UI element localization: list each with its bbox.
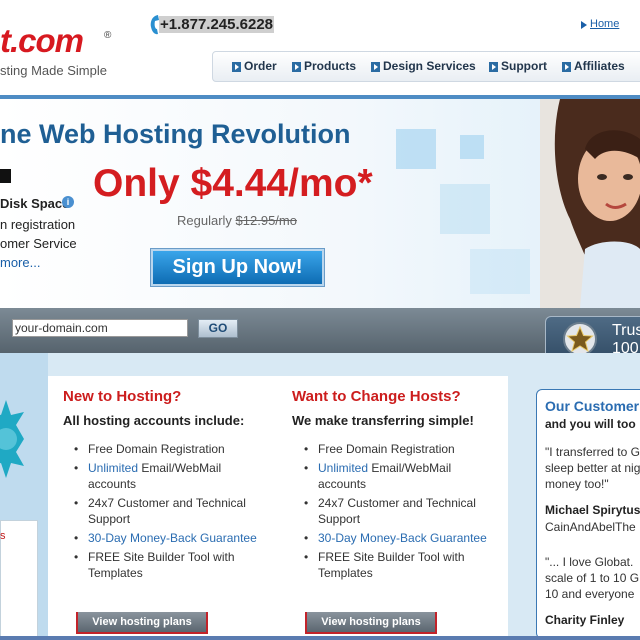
- trust-line-1: Trus: [612, 322, 640, 339]
- more-link[interactable]: more...: [0, 255, 40, 270]
- tagline: sting Made Simple: [0, 63, 107, 78]
- nav-bullet-icon: [371, 62, 380, 72]
- list-item: FREE Site Builder Tool with Templates: [304, 549, 483, 581]
- hero-title: ne Web Hosting Revolution: [0, 119, 351, 149]
- decor-square: [396, 129, 436, 169]
- list-item: FREE Site Builder Tool with Templates: [74, 549, 253, 581]
- price-headline: Only $4.44/mo*: [93, 162, 373, 205]
- list-item: Free Domain Registration: [304, 441, 498, 457]
- change-hosts-title: Want to Change Hosts?: [292, 388, 461, 405]
- list-item: Unlimited Email/WebMail accounts: [74, 460, 238, 492]
- decor-square: [460, 135, 484, 159]
- feature-disk-space: Disk Space: [0, 196, 70, 211]
- regular-price-value: $12.95/mo: [235, 213, 297, 228]
- testimonial-site-1[interactable]: CainAndAbelThe: [545, 520, 636, 534]
- nav-bullet-icon: [562, 62, 571, 72]
- regular-price-label: Regularly: [177, 213, 232, 228]
- list-item: 30-Day Money-Back Guarantee: [304, 530, 503, 546]
- go-button[interactable]: GO: [198, 319, 238, 338]
- domain-search-input[interactable]: [12, 319, 188, 337]
- new-to-hosting-subtitle: All hosting accounts include:: [63, 413, 245, 428]
- list-item: 24x7 Customer and Technical Support: [304, 495, 493, 527]
- testimonials-title: Our Customer: [545, 398, 640, 414]
- info-icon[interactable]: i: [62, 196, 74, 208]
- nav-order[interactable]: Order: [244, 59, 277, 73]
- list-item: 30-Day Money-Back Guarantee: [74, 530, 273, 546]
- quote-2-line-1: "... I love Globat.: [545, 555, 634, 569]
- hero-banner: ne Web Hosting Revolution Disk Space i n…: [0, 99, 640, 308]
- quote-1-line-2: sleep better at nig: [545, 461, 640, 475]
- list-item: 24x7 Customer and Technical Support: [74, 495, 263, 527]
- logo[interactable]: t.com: [0, 22, 84, 60]
- testimonial-name-2: Charity Finley: [545, 613, 625, 627]
- quote-2-line-3: 10 and everyone: [545, 587, 635, 601]
- quote-1-line-1: "I transferred to G: [545, 445, 640, 459]
- left-panel-text: s: [0, 530, 6, 542]
- testimonial-name-1: Michael Spirytus: [545, 503, 640, 517]
- bottom-border: [0, 636, 640, 640]
- quote-1-line-3: money too!": [545, 477, 609, 491]
- new-to-hosting-title: New to Hosting?: [63, 388, 182, 405]
- sign-up-button[interactable]: Sign Up Now!: [151, 249, 324, 286]
- starburst-icon: [0, 400, 24, 478]
- decor-square: [470, 249, 530, 294]
- nav-products[interactable]: Products: [304, 59, 356, 73]
- view-hosting-plans-button-2[interactable]: View hosting plans: [305, 612, 437, 634]
- home-link[interactable]: Home: [590, 18, 619, 30]
- regular-price: Regularly $12.95/mo: [177, 213, 297, 228]
- feature-customer-service: omer Service: [0, 236, 77, 251]
- testimonials-subtitle: and you will too: [545, 417, 636, 431]
- phone-number: +1.877.245.6228: [159, 16, 275, 33]
- nav-support[interactable]: Support: [501, 59, 547, 73]
- star-badge-icon: [563, 322, 597, 356]
- nav-affiliates[interactable]: Affiliates: [574, 59, 625, 73]
- list-item: Unlimited Email/WebMail accounts: [304, 460, 468, 492]
- list-item: Free Domain Registration: [74, 441, 268, 457]
- nav-bullet-icon: [292, 62, 301, 72]
- nav-bullet-icon: [489, 62, 498, 72]
- nav-bullet-icon: [232, 62, 241, 72]
- change-hosts-subtitle: We make transferring simple!: [292, 413, 474, 428]
- decor-square: [440, 184, 490, 234]
- quote-2-line-2: scale of 1 to 10 G: [545, 571, 640, 585]
- logo-registered-mark: ®: [104, 30, 112, 41]
- home-arrow-icon: [581, 21, 587, 29]
- feature-registration: n registration: [0, 217, 76, 232]
- nav-design-services[interactable]: Design Services: [383, 59, 476, 73]
- storage-badge: [0, 169, 11, 183]
- view-hosting-plans-button[interactable]: View hosting plans: [76, 612, 208, 634]
- woman-photo: [540, 99, 640, 308]
